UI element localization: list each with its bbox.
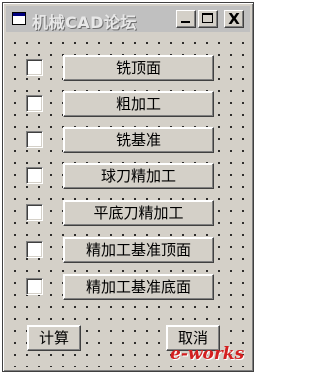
maximize-button[interactable] [198, 10, 218, 28]
button-datum-top-finishing[interactable]: 精加工基准顶面 [63, 237, 214, 263]
button-datum-bottom-finishing[interactable]: 精加工基准底面 [63, 274, 214, 300]
button-flat-finishing[interactable]: 平底刀精加工 [63, 200, 214, 226]
checkbox-roughing[interactable] [26, 95, 43, 112]
close-button[interactable]: X [224, 10, 244, 28]
window-title: 机械CAD论坛 [32, 13, 137, 32]
maximize-icon [202, 13, 213, 23]
minimize-button[interactable] [176, 10, 196, 28]
button-ball-finishing[interactable]: 球刀精加工 [63, 163, 214, 189]
form-client-area: 铣顶面 粗加工 铣基准 球刀精加工 平底刀精加工 精加工基准顶面 精加工基准底面… [6, 34, 250, 367]
dialog-window: 机械CAD论坛 X 铣顶面 粗加工 铣基准 球刀精加工 平底刀精加工 精加工基准… [2, 2, 254, 372]
app-icon [12, 12, 26, 25]
checkbox-datum-top-finishing[interactable] [26, 241, 43, 258]
calculate-button[interactable]: 计算 [27, 325, 81, 351]
checkbox-datum-bottom-finishing[interactable] [26, 278, 43, 295]
checkbox-flat-finishing[interactable] [26, 204, 43, 221]
checkbox-datum-milling[interactable] [26, 131, 43, 148]
close-icon: X [228, 10, 240, 28]
checkbox-top-face-milling[interactable] [26, 59, 43, 76]
button-datum-milling[interactable]: 铣基准 [63, 127, 214, 153]
title-bar[interactable]: 机械CAD论坛 X [6, 6, 250, 32]
minimize-icon [181, 21, 190, 23]
button-roughing[interactable]: 粗加工 [63, 91, 214, 117]
button-top-face-milling[interactable]: 铣顶面 [63, 55, 214, 81]
watermark-logo: e-works [170, 344, 245, 364]
checkbox-ball-finishing[interactable] [26, 167, 43, 184]
